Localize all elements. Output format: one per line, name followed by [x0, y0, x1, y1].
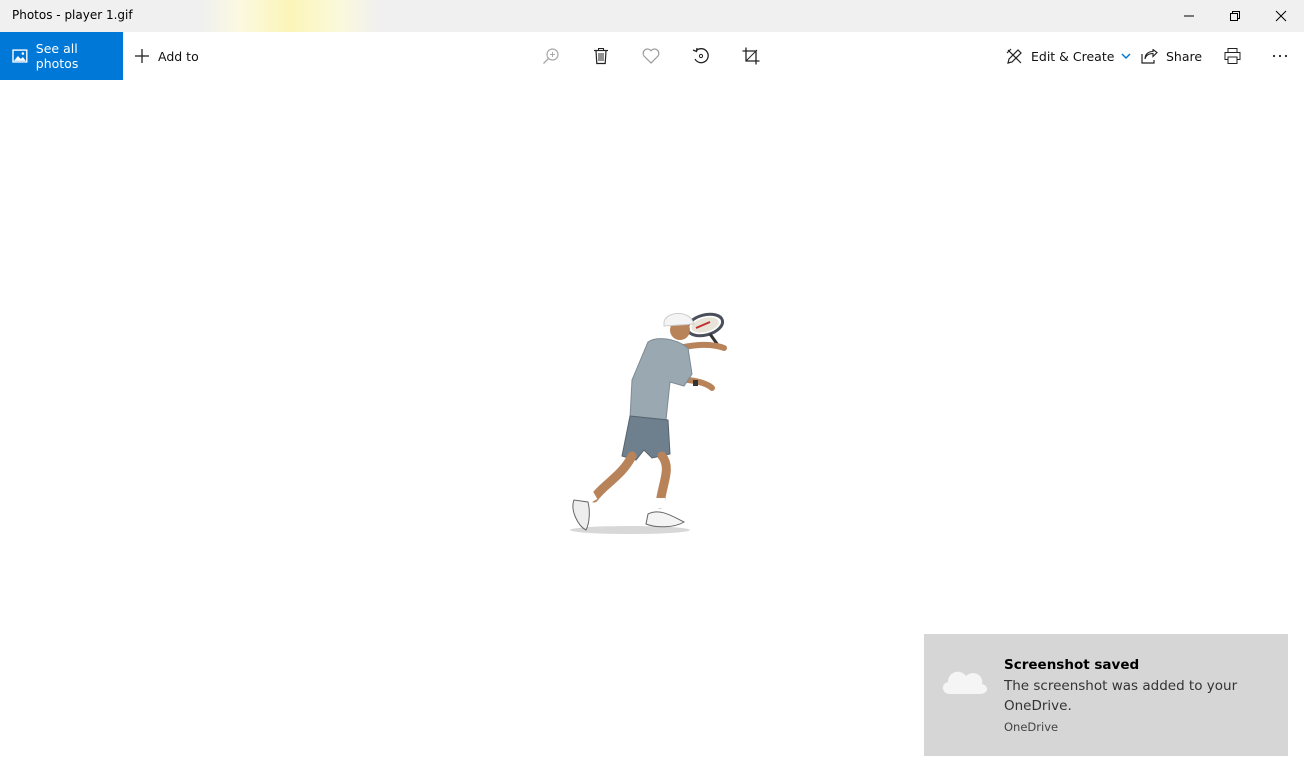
more-options-button[interactable] [1267, 44, 1293, 68]
rotate-button[interactable] [688, 44, 714, 68]
minimize-icon [1184, 15, 1194, 17]
print-icon [1224, 48, 1240, 64]
print-button[interactable] [1219, 44, 1245, 68]
title-bar: Photos - player 1.gif [0, 0, 1304, 32]
cloud-icon [942, 671, 988, 694]
rotate-icon [692, 47, 709, 64]
zoom-in-icon [543, 48, 559, 64]
picture-icon [12, 49, 28, 63]
minimize-button[interactable] [1166, 0, 1212, 32]
more-icon [1272, 54, 1288, 58]
plus-icon [135, 49, 149, 63]
see-all-photos-button[interactable]: See all photos [0, 32, 123, 80]
crop-button[interactable] [738, 44, 764, 68]
restore-icon [1230, 11, 1240, 21]
window-title: Photos - player 1.gif [12, 8, 133, 22]
close-icon [1275, 10, 1287, 22]
edit-icon [1006, 48, 1022, 64]
share-button[interactable]: Share [1141, 32, 1202, 80]
toolbar: See all photos Add to Edit & Create Shar… [0, 32, 1304, 80]
edit-create-label: Edit & Create [1031, 48, 1115, 64]
delete-button[interactable] [588, 44, 614, 68]
close-button[interactable] [1258, 0, 1304, 32]
add-to-button[interactable]: Add to [134, 32, 199, 80]
onedrive-notification-toast[interactable]: Screenshot saved The screenshot was adde… [924, 634, 1288, 756]
restore-button[interactable] [1212, 0, 1258, 32]
see-all-photos-label: See all photos [35, 41, 79, 71]
favorite-button[interactable] [638, 44, 664, 68]
add-to-label: Add to [158, 48, 199, 64]
share-icon [1141, 48, 1158, 64]
crop-icon [742, 47, 760, 65]
zoom-button[interactable] [538, 44, 564, 68]
toast-body: The screenshot was added to your OneDriv… [1004, 678, 1238, 714]
edit-create-button[interactable]: Edit & Create [1006, 32, 1131, 80]
toast-source: OneDrive [1004, 720, 1059, 734]
favorite-icon [642, 48, 660, 64]
chevron-down-icon [1121, 53, 1131, 60]
delete-icon [594, 48, 608, 65]
tennis-player-image [570, 312, 727, 534]
toast-title: Screenshot saved [1004, 657, 1140, 673]
share-label: Share [1166, 48, 1203, 64]
